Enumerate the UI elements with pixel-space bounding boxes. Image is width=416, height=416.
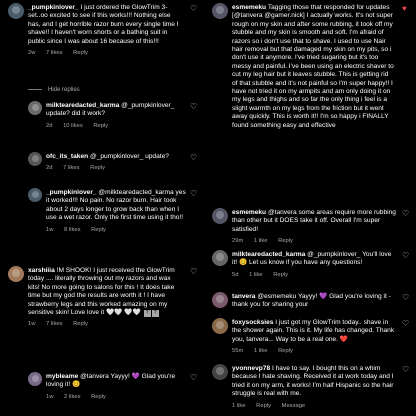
avatar[interactable] — [28, 372, 42, 386]
comment-time: 55m — [232, 348, 244, 355]
comment-time: 1w — [46, 226, 54, 233]
comments-column-right: esmemeku Tagging those that responded fo… — [208, 0, 416, 416]
like-heart-icon[interactable]: ♡ — [190, 373, 197, 382]
comment-username[interactable]: _pumpkinlover_ — [28, 4, 79, 11]
message-button[interactable]: Message — [282, 403, 306, 409]
comment-time: 1w — [28, 321, 36, 328]
avatar[interactable] — [28, 101, 42, 115]
comment-likes[interactable]: 1 like — [254, 348, 268, 354]
divider — [28, 88, 42, 90]
comment-username[interactable]: esmemeku — [232, 209, 266, 216]
reply-button[interactable]: Reply — [91, 227, 106, 233]
comment-time: 2w — [28, 50, 36, 57]
like-heart-icon[interactable]: ♡ — [402, 251, 409, 260]
avatar[interactable] — [28, 188, 42, 202]
reply-button[interactable]: Reply — [93, 123, 108, 129]
comment-username[interactable]: yvonnevp78 — [232, 365, 270, 372]
comment-username[interactable]: esmemeku — [232, 4, 266, 11]
like-heart-icon[interactable]: ♡ — [190, 102, 197, 111]
comment-likes[interactable]: 8 likes — [64, 227, 80, 233]
comment-username[interactable]: _pumpkinlover_ — [46, 189, 97, 196]
comment-meta: 2d 7 likes Reply — [46, 164, 186, 172]
comment-username[interactable]: ofc_its_taken — [46, 153, 88, 160]
like-heart-icon[interactable]: ♡ — [402, 209, 409, 218]
hide-replies-link[interactable]: Hide replies — [28, 87, 80, 93]
emoji-placeholder-icon: ? — [151, 310, 159, 318]
comment-text: Tagging those that responded for updates… — [232, 4, 394, 129]
comment-text: @_pumpkinlover_ update? — [90, 153, 169, 160]
avatar[interactable] — [212, 364, 228, 380]
avatar[interactable] — [212, 3, 228, 19]
comment-username[interactable]: milktearedacted_karma — [232, 251, 305, 258]
like-heart-icon[interactable]: ♡ — [190, 189, 197, 198]
comment-time: 5d — [232, 271, 239, 278]
like-heart-icon[interactable]: ♡ — [190, 267, 197, 276]
avatar[interactable] — [212, 318, 228, 334]
comment-likes[interactable]: 1 like — [232, 403, 246, 409]
like-heart-icon[interactable]: ♡ — [190, 4, 197, 13]
comments-column-left: _pumpkinlover_ I just ordered the GlowTr… — [0, 0, 208, 416]
like-heart-icon[interactable]: ♥ — [402, 4, 407, 13]
comment-meta: 1w 2 likes Reply — [46, 393, 186, 401]
comment-likes[interactable]: 7 likes — [46, 321, 62, 327]
avatar[interactable] — [212, 250, 228, 266]
like-heart-icon[interactable]: ♡ — [402, 319, 409, 328]
comment-time: 2d — [46, 122, 53, 129]
comment-likes[interactable]: 10 likes — [63, 123, 83, 129]
comment-time: 1w — [46, 393, 54, 400]
like-heart-icon[interactable]: ♡ — [190, 153, 197, 162]
comment-time: 2d — [46, 165, 53, 172]
comment-meta: 1w 7 likes Reply — [28, 320, 184, 328]
comment-text: !M SHOOK! I just received the GlowTrim t… — [28, 267, 175, 317]
comment-meta: 1 like Reply Message — [232, 402, 398, 410]
reply-button[interactable]: Reply — [278, 238, 293, 244]
reply-button[interactable]: Reply — [91, 394, 106, 400]
comment-meta: 29m 1 like Reply — [232, 237, 398, 245]
reply-button[interactable]: Reply — [90, 165, 105, 171]
avatar[interactable] — [212, 208, 228, 224]
comment-time: 29m — [232, 238, 244, 245]
comment-meta: 2w 7 likes Reply — [28, 49, 184, 57]
emoji-placeholder-icon: ? — [143, 310, 151, 318]
comment-likes[interactable]: 1 like — [249, 272, 263, 278]
comment-likes[interactable]: 2 likes — [64, 394, 80, 400]
like-heart-icon[interactable]: ♡ — [402, 365, 409, 374]
avatar[interactable] — [212, 292, 228, 308]
reply-button[interactable]: Reply — [273, 272, 288, 278]
comment-likes[interactable]: 7 likes — [63, 165, 79, 171]
comment-username[interactable]: xarshiiia — [28, 267, 55, 274]
reply-button[interactable]: Reply — [256, 403, 271, 409]
reply-button[interactable]: Reply — [73, 50, 88, 56]
comment-likes[interactable]: 7 likes — [46, 50, 62, 56]
comment-username[interactable]: tanvera — [232, 293, 255, 300]
comment-meta: 55m 1 like Reply — [232, 347, 398, 355]
avatar[interactable] — [8, 266, 24, 282]
comment-text: @esmemeku Yayyy! 💜 Glad you're loving it… — [232, 293, 391, 309]
comment-meta: 5d 1 like Reply — [232, 271, 398, 279]
comment-username[interactable]: milktearedacted_karma — [46, 102, 119, 109]
avatar[interactable] — [8, 3, 24, 19]
like-heart-icon[interactable]: ♡ — [402, 293, 409, 302]
comment-meta: 2d 10 likes Reply — [46, 122, 186, 130]
comment-username[interactable]: foxysocksies — [232, 319, 273, 326]
comment-meta: 1w 8 likes Reply — [46, 226, 186, 234]
reply-button[interactable]: Reply — [278, 348, 293, 354]
comment-username[interactable]: mybleame — [46, 373, 78, 380]
avatar[interactable] — [28, 152, 42, 166]
reply-button[interactable]: Reply — [73, 321, 88, 327]
comment-likes[interactable]: 1 like — [254, 238, 268, 244]
